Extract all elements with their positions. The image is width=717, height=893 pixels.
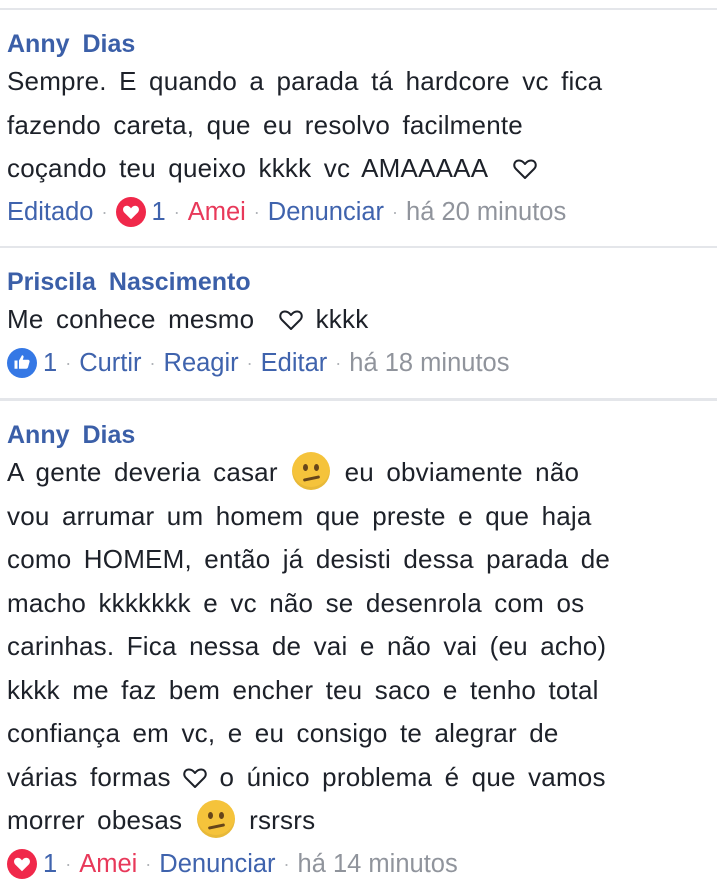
- reaction-count[interactable]: 1: [43, 342, 57, 384]
- confused-face-emoji-icon: [196, 800, 235, 838]
- comment-line: A gente deveria casar eu obviamente não: [7, 451, 717, 495]
- timestamp: há 18 minutos: [349, 348, 510, 377]
- separator: ·: [335, 352, 342, 373]
- heart-outline-icon: [513, 159, 537, 179]
- separator: ·: [65, 853, 72, 874]
- comment-line: várias formas o único problema é que vam…: [7, 756, 717, 800]
- comment-line-text: Me conhece mesmo: [7, 304, 255, 334]
- comment-actions: 1 · Curtir · Reagir · Editar · há 18 min…: [7, 342, 717, 384]
- comment-author[interactable]: Priscila Nascimento: [7, 266, 717, 298]
- comment-author[interactable]: Anny Dias: [7, 419, 717, 451]
- comment-line-text: várias formas: [7, 761, 171, 792]
- comment-line: Me conhece mesmo kkkk: [7, 298, 717, 342]
- comment-author[interactable]: Anny Dias: [7, 28, 717, 60]
- comment-line: kkkk me faz bem encher teu saco e tenho …: [7, 674, 599, 705]
- comment-line: coçando teu queixo kkkk vc AMAAAAA: [7, 147, 717, 191]
- comment-line: vou arrumar um homem que preste e que ha…: [7, 500, 592, 531]
- comment-line: macho kkkkkkk e vc não se desenrola com …: [7, 587, 585, 618]
- separator: ·: [246, 352, 253, 373]
- separator: ·: [253, 201, 260, 222]
- comment-line: morrer obesas rsrsrs: [7, 799, 717, 843]
- comment-line-text: o único problema é que vamos: [219, 761, 606, 792]
- comment-text: A gente deveria casar eu obviamente não …: [7, 451, 717, 843]
- love-reaction-button[interactable]: Amei: [188, 191, 246, 233]
- comment-line-text: rsrsrs: [249, 805, 316, 835]
- separator: ·: [283, 853, 290, 874]
- heart-outline-icon: [183, 767, 207, 788]
- comment-line: Sempre. E quando a parada tá hardcore vc…: [7, 66, 603, 96]
- comment: Anny Dias Sempre. E quando a parada tá h…: [0, 8, 717, 246]
- separator: ·: [65, 352, 72, 373]
- timestamp: há 14 minutos: [297, 849, 458, 878]
- heart-outline-icon: [279, 310, 303, 330]
- comment-line: como HOMEM, então já desisti dessa parad…: [7, 544, 611, 574]
- edited-label[interactable]: Editado: [7, 191, 94, 233]
- timestamp: há 20 minutos: [406, 197, 567, 226]
- report-button[interactable]: Denunciar: [159, 843, 275, 885]
- report-button[interactable]: Denunciar: [268, 191, 384, 233]
- love-reaction-button[interactable]: Amei: [79, 843, 137, 885]
- heart-icon[interactable]: [115, 196, 146, 227]
- separator: ·: [149, 352, 156, 373]
- react-button[interactable]: Reagir: [164, 342, 239, 384]
- comment-line-text: eu obviamente não: [344, 457, 580, 487]
- comment-line: confiança em vc, e eu consigo te alegrar…: [7, 718, 559, 748]
- comment-text: Me conhece mesmo kkkk: [7, 298, 717, 342]
- comment-line-text: kkkk: [315, 304, 369, 334]
- comment-line: carinhas. Fica nessa de vai e não vai (e…: [7, 631, 607, 661]
- heart-icon[interactable]: [7, 848, 37, 879]
- comment: Priscila Nascimento Me conhece mesmo kkk…: [0, 246, 717, 398]
- comment-line-text: morrer obesas: [7, 805, 183, 835]
- separator: ·: [392, 201, 399, 222]
- comment-line-text: A gente deveria casar: [7, 457, 278, 487]
- reaction-count[interactable]: 1: [43, 843, 57, 885]
- like-button[interactable]: Curtir: [79, 342, 141, 384]
- comment-line-text: coçando teu queixo kkkk vc AMAAAAA: [7, 153, 489, 183]
- comment: Anny Dias A gente deveria casar eu obvia…: [0, 398, 717, 893]
- confused-face-emoji-icon: [292, 452, 331, 490]
- comment-text: Sempre. E quando a parada tá hardcore vc…: [7, 60, 717, 191]
- comment-line: fazendo careta, que eu resolvo facilment…: [7, 109, 523, 140]
- reaction-count[interactable]: 1: [152, 191, 166, 233]
- separator: ·: [145, 853, 152, 874]
- comment-actions: Editado · 1 · Amei · Denunciar · há 20 m…: [7, 191, 717, 233]
- comment-actions: 1 · Amei · Denunciar · há 14 minutos: [7, 843, 717, 885]
- edit-button[interactable]: Editar: [261, 342, 328, 384]
- separator: ·: [101, 201, 108, 222]
- like-icon[interactable]: [7, 347, 37, 378]
- separator: ·: [173, 201, 180, 222]
